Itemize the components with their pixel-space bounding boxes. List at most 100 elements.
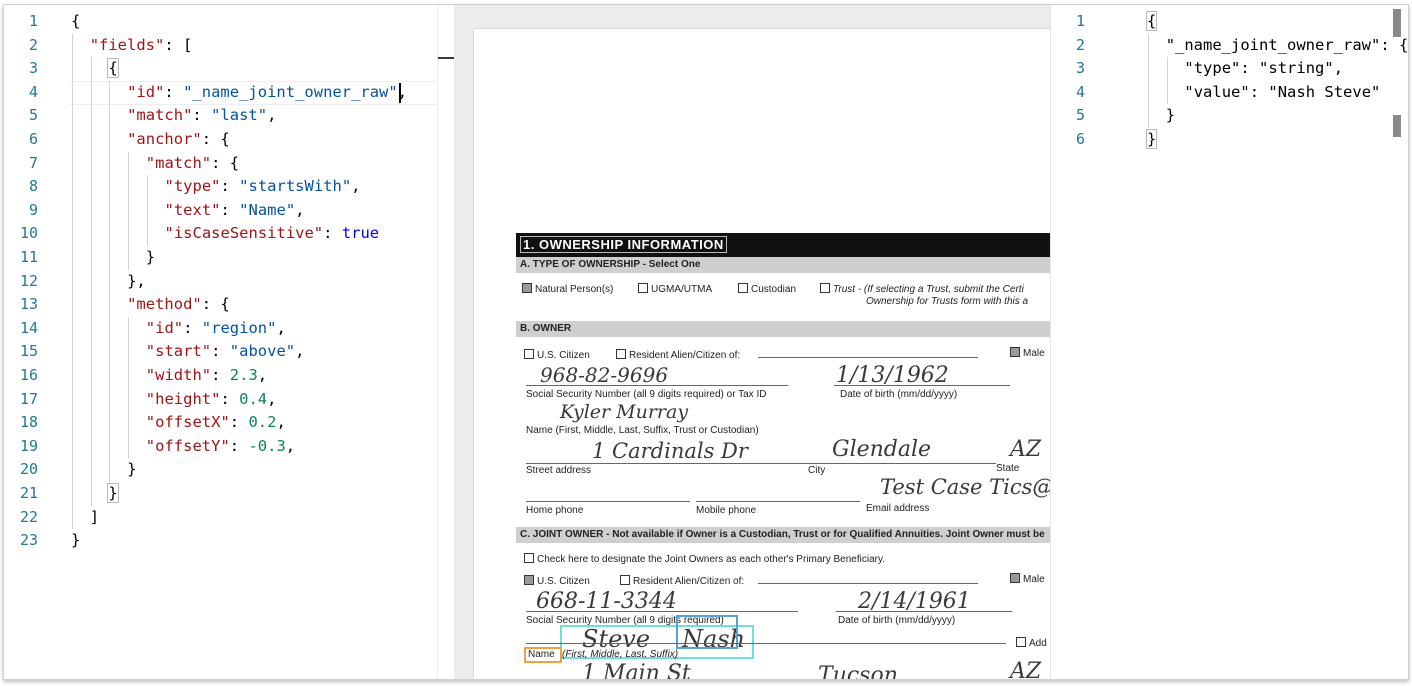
field-underline <box>526 385 788 386</box>
owner-ssn-handwriting: 968-82-9696 <box>540 363 669 387</box>
code-token: "offsetX" <box>145 413 230 432</box>
owner-street-label: Street address <box>526 465 592 476</box>
code-token: : <box>220 177 240 196</box>
code-token: "above" <box>229 342 296 361</box>
owner-street-handwriting: 1 Cardinals Dr <box>592 439 748 463</box>
code-token: , <box>285 436 296 455</box>
ownership-section-header: 1. OWNERSHIP INFORMATION <box>516 233 1050 257</box>
code-text: "match": { <box>146 152 239 176</box>
code-token: , <box>276 413 286 432</box>
line-number: 6 <box>1075 130 1085 148</box>
code-line[interactable]: 5} <box>1051 104 1408 128</box>
result-json-editor[interactable]: 1{2 "_name_joint_owner_raw": { 3 "type": "s… <box>1050 5 1409 679</box>
document-viewer[interactable]: 1. OWNERSHIP INFORMATION A. TYPE OF OWNE… <box>454 5 1050 679</box>
code-line[interactable]: 6} <box>1051 128 1408 152</box>
code-text: } <box>1166 104 1175 128</box>
indent-guide <box>1148 33 1149 128</box>
checkbox-icon <box>1016 637 1026 647</box>
field-underline <box>758 357 978 358</box>
code-token: { <box>107 58 119 79</box>
code-token: , <box>257 366 268 384</box>
code-token: : <box>192 106 212 125</box>
code-token: : { <box>201 295 230 314</box>
checked-box-icon <box>1010 573 1020 583</box>
indent-guide <box>90 57 92 506</box>
code-token: true <box>341 224 380 243</box>
code-token: : <box>164 82 184 101</box>
code-token: "text" <box>164 200 221 219</box>
male-label: Male <box>1023 348 1045 359</box>
code-token: "start" <box>145 342 212 361</box>
line-number: 22 <box>19 507 38 526</box>
code-text: "value": "Nash Steve" <box>1184 81 1380 105</box>
joint-owner-header: C. JOINT OWNER - Not available if Owner … <box>516 527 1050 543</box>
checkbox-icon <box>738 283 748 293</box>
code-text: } <box>127 458 136 482</box>
document-page: 1. OWNERSHIP INFORMATION A. TYPE OF OWNE… <box>474 29 1050 679</box>
code-line[interactable]: 4 "value": "Nash Steve" <box>1051 81 1408 105</box>
code-token: ] <box>89 507 100 526</box>
code-line[interactable]: 1{ <box>4 10 454 34</box>
code-token: : <box>211 342 230 361</box>
code-text: "text": "Name", <box>165 199 305 223</box>
indent-guide <box>1166 57 1168 105</box>
code-token: : <box>183 318 202 337</box>
code-token: "_name_joint_owner_raw": { <box>1165 35 1409 54</box>
joint-street-handwriting: 1 Main St <box>582 661 691 679</box>
joint-dob-label: Date of birth (mm/dd/yyyy) <box>838 615 956 626</box>
code-line[interactable]: 3 "type": "string", <box>1051 57 1408 81</box>
code-token: , <box>267 106 277 125</box>
field-underline <box>526 643 1006 644</box>
code-token: "method" <box>127 295 202 314</box>
indent-guide <box>128 316 130 459</box>
code-token: } <box>1165 106 1176 125</box>
checkbox-icon <box>620 575 630 585</box>
text-caret <box>399 82 401 103</box>
line-number: 2 <box>1075 35 1085 54</box>
code-token: } <box>127 460 137 479</box>
template-json-editor[interactable]: 1{2 "fields": [3{4 "id": "_name_joint_owne… <box>4 5 454 679</box>
code-text: "id": "_name_joint_owner_raw", <box>127 81 407 105</box>
code-token: , <box>351 177 361 196</box>
line-number: 18 <box>19 413 38 432</box>
checkbox-icon <box>524 553 534 563</box>
code-token: : <box>220 389 240 408</box>
trust-option: Trust - (If selecting a Trust, submit th… <box>820 283 1024 295</box>
code-token: "Name" <box>239 200 296 219</box>
code-line[interactable]: 2 "_name_joint_owner_raw": { <box>1051 34 1409 58</box>
code-token: "match" <box>145 153 212 172</box>
joint-us-citizen-label: U.S. Citizen <box>537 576 590 587</box>
line-number: 17 <box>19 389 38 408</box>
code-text: "width": 2.3, <box>146 364 267 388</box>
line-number: 10 <box>19 224 38 243</box>
code-line[interactable]: 1{ <box>1051 10 1408 34</box>
owner-name-label: Name (First, Middle, Last, Suffix, Trust… <box>526 425 759 436</box>
code-token: "id" <box>127 82 165 101</box>
type-of-ownership-header: A. TYPE OF OWNERSHIP - Select One <box>516 257 1050 273</box>
line-number: 6 <box>28 130 38 148</box>
code-text: "start": "above", <box>146 340 305 364</box>
code-text: "id": "region", <box>146 317 286 341</box>
code-token: "isCaseSensitive" <box>164 224 324 243</box>
resident-option: Resident Alien/Citizen of: <box>616 349 740 361</box>
code-token: }, <box>127 271 146 290</box>
joint-add-option: Add <box>1016 637 1047 649</box>
code-token: -0.3 <box>248 436 286 455</box>
code-line[interactable]: 23} <box>4 529 454 553</box>
ugma-option: UGMA/UTMA <box>638 283 712 295</box>
code-token: "width" <box>145 366 212 384</box>
line-number: 13 <box>19 295 38 314</box>
code-token: "anchor" <box>127 130 202 148</box>
line-number: 23 <box>19 531 38 550</box>
code-text: "method": { <box>127 293 230 317</box>
code-text: "type": "startsWith", <box>165 175 361 199</box>
code-token: "value": "Nash Steve" <box>1184 82 1381 101</box>
line-number: 3 <box>1075 59 1085 78</box>
code-token: 2.3 <box>229 366 258 384</box>
code-text: "_name_joint_owner_raw": { <box>1165 34 1409 58</box>
joint-us-citizen-option: U.S. Citizen <box>524 575 590 587</box>
code-text: "isCaseSensitive": true <box>165 222 380 246</box>
code-token: : <box>229 436 249 455</box>
joint-beneficiary-label: Check here to designate the Joint Owners… <box>537 554 886 565</box>
code-text: { <box>107 57 119 81</box>
